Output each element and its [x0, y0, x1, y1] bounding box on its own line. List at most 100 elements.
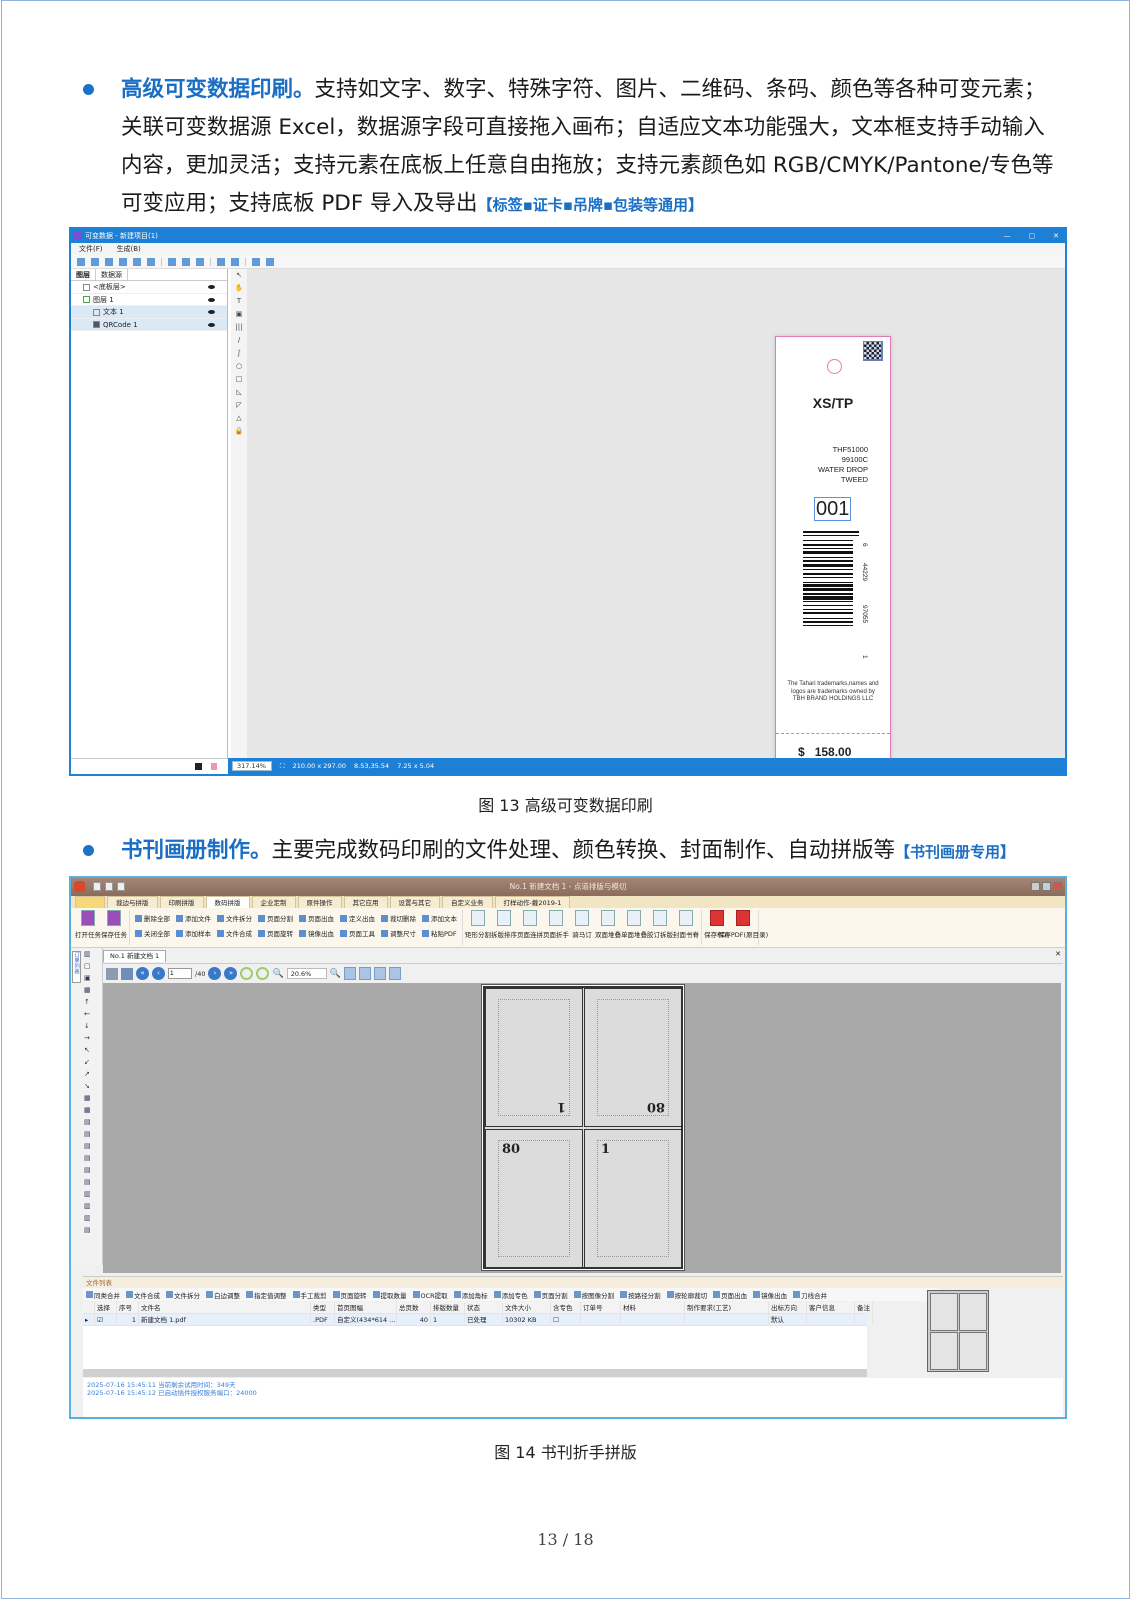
ribbon-button[interactable]: 拆版排序	[492, 910, 516, 939]
file-tool-button[interactable]: 页面旋转	[333, 1290, 367, 1300]
file-tool-button[interactable]: 指定值调整	[246, 1290, 287, 1300]
fit-icon[interactable]: ⛶	[280, 762, 285, 771]
file-tool-button[interactable]: 添加专色	[494, 1290, 528, 1300]
ribbon-tab[interactable]: 印刷拼版	[160, 896, 204, 908]
side-tool-icon[interactable]: ▦	[84, 1094, 91, 1102]
minimize-button[interactable]: —	[1004, 229, 1011, 243]
app-menu-button[interactable]	[75, 896, 105, 908]
file-tool-button[interactable]: 页面出血	[713, 1290, 747, 1300]
table-row[interactable]: ▸☑1新建文档 1.pdf.PDF自定义(434*614 ...401已处理10…	[83, 1314, 867, 1326]
layer-row-text1[interactable]: 文本 1	[71, 306, 227, 319]
side-tool-icon[interactable]: ▤	[84, 1130, 91, 1138]
qrcode-element[interactable]	[863, 341, 883, 361]
column-header[interactable]: 含专色	[551, 1302, 581, 1313]
ribbon-button[interactable]: 页面连拼	[518, 910, 542, 939]
design-canvas[interactable]: XS/TP THF5100099100CWATER DROPTWEED 001 …	[247, 269, 1065, 758]
menu-generate[interactable]: 生成(B)	[117, 243, 141, 255]
side-tool-icon[interactable]: ↙	[84, 1058, 91, 1066]
layout-left-icon[interactable]	[359, 967, 371, 980]
column-header[interactable]: 序号	[117, 1302, 139, 1313]
tool-icon[interactable]: ○	[236, 362, 242, 370]
imposition-canvas[interactable]: 180801	[103, 983, 1061, 1273]
file-tool-button[interactable]: 按轮廓裁切	[667, 1290, 708, 1300]
eye-icon[interactable]	[208, 298, 215, 302]
page-input[interactable]	[168, 968, 192, 979]
row-checkbox[interactable]: ☑	[95, 1314, 117, 1325]
ribbon-small-button[interactable]: 文件拆分	[217, 913, 252, 923]
hang-tag-label[interactable]: XS/TP THF5100099100CWATER DROPTWEED 001 …	[775, 336, 891, 776]
file-tool-button[interactable]: 白边调整	[206, 1290, 240, 1300]
file-tool-button[interactable]: 添加角标	[454, 1290, 488, 1300]
ribbon-button[interactable]: 保存任务	[102, 910, 126, 939]
side-tool-icon[interactable]: ▤	[84, 1118, 91, 1126]
ribbon-small-button[interactable]: 页面出血	[299, 913, 334, 923]
side-tool-icon[interactable]: ▥	[84, 1202, 91, 1210]
ribbon-tab[interactable]: 原件操作	[298, 896, 342, 908]
ribbon-small-button[interactable]: 添加文件	[176, 913, 211, 923]
side-tool-icon[interactable]: ▤	[84, 1142, 91, 1150]
ribbon-small-button[interactable]: 添加样本	[176, 928, 211, 938]
align-right-icon[interactable]	[105, 258, 113, 266]
new-icon[interactable]	[93, 882, 101, 891]
snap-icon[interactable]	[252, 258, 260, 266]
file-tool-button[interactable]: 提取数量	[373, 1290, 407, 1300]
side-tool-icon[interactable]: ▤	[84, 1154, 91, 1162]
ribbon-small-button[interactable]: 页面工具	[340, 928, 375, 938]
document-tab[interactable]: No.1 新建文档 1	[103, 950, 166, 962]
ribbon-tab[interactable]: 企业定制	[252, 896, 296, 908]
side-tool-icon[interactable]: ▥	[84, 1190, 91, 1198]
ribbon-small-button[interactable]: 定义出血	[340, 913, 375, 923]
ribbon-small-button[interactable]: 删除全部	[135, 913, 170, 923]
ribbon-button[interactable]: 胶订拆版	[648, 910, 672, 939]
eye-icon[interactable]	[208, 310, 215, 314]
horizontal-scrollbar[interactable]	[83, 1369, 867, 1377]
prev-page-button[interactable]: ‹	[152, 967, 165, 980]
side-tool-icon[interactable]: ▤	[84, 1178, 91, 1186]
layout-grid-icon[interactable]	[389, 967, 401, 980]
tool-icon[interactable]: 🔒	[235, 427, 244, 435]
layer-row-layer1[interactable]: 图层 1	[71, 294, 227, 307]
file-tool-button[interactable]: 手工裁剪	[293, 1290, 327, 1300]
file-tool-button[interactable]: 按路径分割	[620, 1290, 661, 1300]
undo-icon[interactable]	[117, 882, 125, 891]
minimize-button[interactable]	[1031, 882, 1040, 891]
file-tool-button[interactable]: 同类合并	[86, 1290, 120, 1300]
column-header[interactable]: 选择	[95, 1302, 117, 1313]
column-header[interactable]: 备注	[855, 1302, 873, 1313]
column-header[interactable]: 文件大小	[503, 1302, 551, 1313]
zoom-select[interactable]: 20.6%	[287, 968, 327, 979]
close-button[interactable]: ✕	[1053, 229, 1059, 243]
next-page-button[interactable]: ›	[208, 967, 221, 980]
ribbon-tab[interactable]: 打样动作-戴2019-1	[495, 896, 571, 908]
side-tool-icon[interactable]: ↗	[84, 1070, 91, 1078]
ribbon-small-button[interactable]: 调整尺寸	[381, 928, 416, 938]
maximize-button[interactable]: ▢	[1029, 229, 1036, 243]
first-page-button[interactable]: «	[136, 967, 149, 980]
layout-single-icon[interactable]	[344, 967, 356, 980]
side-tool-icon[interactable]: ↑	[84, 998, 91, 1006]
eye-icon[interactable]	[208, 285, 215, 289]
zoom-out-icon[interactable]: 🔍	[330, 969, 341, 979]
file-tool-button[interactable]: 刀线合并	[793, 1290, 827, 1300]
align-center-icon[interactable]	[91, 258, 99, 266]
ribbon-button[interactable]: 封面书脊	[674, 910, 698, 939]
column-header[interactable]: 类型	[311, 1302, 335, 1313]
rotate-right-icon[interactable]	[256, 967, 269, 980]
ribbon-small-button[interactable]: 页面分割	[258, 913, 293, 923]
tool-icon[interactable]: △	[236, 414, 241, 422]
column-header[interactable]: 文件名	[139, 1302, 311, 1313]
column-header[interactable]: 出标方向	[769, 1302, 807, 1313]
ribbon-button[interactable]: 双面堆叠	[596, 910, 620, 939]
zoom-in-icon[interactable]: 🔍	[272, 969, 283, 979]
zoom-select[interactable]: 317.14%	[232, 761, 272, 771]
file-tool-button[interactable]: 页面分割	[534, 1290, 568, 1300]
bring-front-icon[interactable]	[217, 258, 225, 266]
serial-text-element[interactable]: 001	[814, 497, 851, 521]
side-tab-orders[interactable]: 订单列表	[72, 951, 81, 983]
ribbon-tab[interactable]: 设置与其它	[390, 896, 441, 908]
menu-file[interactable]: 文件(F)	[79, 243, 103, 255]
ribbon-tab[interactable]: 裁边与拼版	[107, 896, 158, 908]
ribbon-button[interactable]: 骑马订	[570, 910, 594, 939]
distribute-h-icon[interactable]	[168, 258, 176, 266]
tool-icon[interactable]: ◺	[236, 388, 241, 396]
